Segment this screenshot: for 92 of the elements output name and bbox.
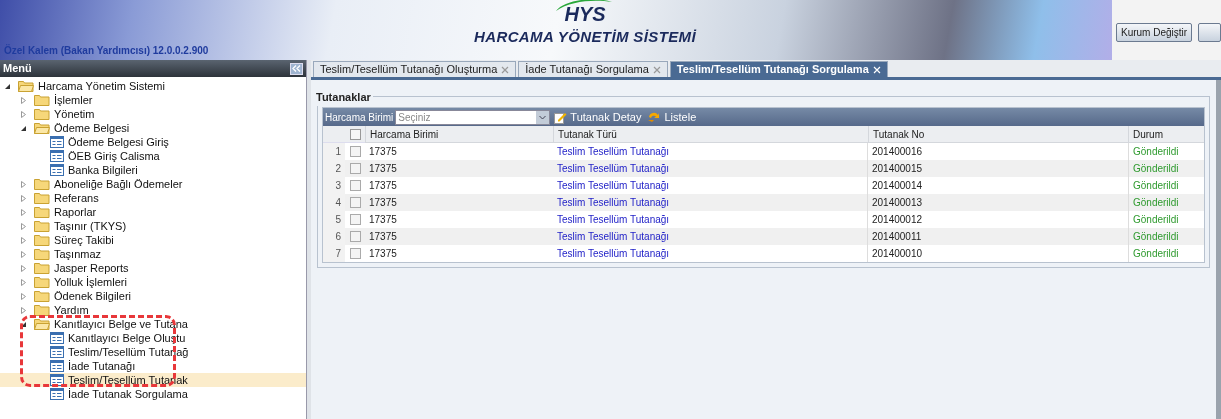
row-checkbox[interactable] <box>349 180 361 191</box>
tree-item[interactable]: Taşınır (TKYS) <box>0 219 306 233</box>
folder-icon <box>34 220 50 232</box>
tree-item[interactable]: Harcama Yönetim Sistemi <box>0 79 306 93</box>
change-institution-button[interactable]: Kurum Değiştir <box>1116 23 1193 42</box>
form-icon <box>50 332 64 344</box>
table-cell: 201400015 <box>868 160 1128 177</box>
tree-item[interactable]: Taşınmaz <box>0 247 306 261</box>
row-number: 1 <box>323 143 345 160</box>
form-icon <box>50 346 64 358</box>
folder-icon <box>34 234 50 246</box>
form-icon <box>50 136 64 148</box>
form-icon <box>50 388 64 400</box>
tree-item[interactable]: İade Tutanağı <box>0 359 306 373</box>
column-header[interactable]: Durum <box>1128 126 1204 143</box>
tree-item[interactable]: Ödenek Bilgileri <box>0 289 306 303</box>
folder-icon <box>34 276 50 288</box>
tab[interactable]: Teslim/Tesellüm Tutanağı Sorgulama <box>669 61 888 77</box>
close-icon[interactable] <box>501 65 510 74</box>
column-header[interactable]: Tutanak No <box>868 126 1128 143</box>
tree-item[interactable]: Ödeme Belgesi Giriş <box>0 135 306 149</box>
tree-item[interactable]: Yolluk İşlemleri <box>0 275 306 289</box>
tree-item[interactable]: Teslim/Tesellüm Tutanak <box>0 373 306 387</box>
tree-item[interactable]: Yönetim <box>0 107 306 121</box>
tree-item[interactable]: İade Tutanak Sorgulama <box>0 387 306 401</box>
table-cell[interactable]: Teslim Tesellüm Tutanağı <box>553 160 868 177</box>
tree-item[interactable]: Jasper Reports <box>0 261 306 275</box>
tab[interactable]: Teslim/Tesellüm Tutanağı Oluşturma <box>313 61 517 77</box>
tree-item[interactable]: Teslim/Tesellüm Tutanağ <box>0 345 306 359</box>
detail-button[interactable]: Tutanak Detay <box>552 108 644 126</box>
tree-item[interactable]: Yardım <box>0 303 306 317</box>
tree-item[interactable]: Referans <box>0 191 306 205</box>
row-checkbox[interactable] <box>349 248 361 259</box>
tree-item[interactable]: İşlemler <box>0 93 306 107</box>
row-checkbox[interactable] <box>349 163 361 174</box>
open-folder-icon <box>34 318 50 330</box>
select-all-checkbox[interactable] <box>349 128 361 140</box>
form-icon <box>50 360 64 372</box>
table-cell: Gönderildi <box>1128 228 1204 245</box>
tree-item[interactable]: ÖEB Giriş Calisma <box>0 149 306 163</box>
row-checkbox[interactable] <box>349 214 361 225</box>
menu-title: Menü <box>3 61 32 77</box>
table-cell: 17375 <box>365 228 553 245</box>
column-header[interactable]: Tutanak Türü <box>553 126 868 143</box>
folder-icon <box>34 108 50 120</box>
toolbar-button[interactable] <box>1198 23 1221 42</box>
table-cell: 17375 <box>365 194 553 211</box>
tab[interactable]: İade Tutanağı Sorgulama <box>518 61 668 77</box>
folder-icon <box>34 304 50 316</box>
tree-item[interactable]: Süreç Takibi <box>0 233 306 247</box>
close-icon[interactable] <box>652 65 661 74</box>
row-number: 6 <box>323 228 345 245</box>
folder-icon <box>34 192 50 204</box>
tree-item[interactable]: Banka Bilgileri <box>0 163 306 177</box>
tree-item[interactable]: Ödeme Belgesi <box>0 121 306 135</box>
table-cell: 17375 <box>365 160 553 177</box>
column-header[interactable]: Harcama Birimi <box>365 126 553 143</box>
table-cell: Gönderildi <box>1128 194 1204 211</box>
row-number: 2 <box>323 160 345 177</box>
folder-icon <box>34 94 50 106</box>
form-icon <box>50 374 64 386</box>
app-title: HARCAMA YÖNETİM SİSTEMİ <box>474 27 696 47</box>
row-number: 4 <box>323 194 345 211</box>
folder-icon <box>34 206 50 218</box>
table-cell: Gönderildi <box>1128 160 1204 177</box>
list-button[interactable]: Listele <box>645 108 699 126</box>
row-checkbox[interactable] <box>349 146 361 157</box>
collapse-icon[interactable] <box>290 62 303 75</box>
row-number: 7 <box>323 245 345 262</box>
folder-icon <box>34 248 50 260</box>
filter-label: Harcama Birimi <box>325 110 394 125</box>
folder-icon <box>34 262 50 274</box>
table-cell[interactable]: Teslim Tesellüm Tutanağı <box>553 194 868 211</box>
folder-icon <box>34 290 50 302</box>
tree-item[interactable]: Aboneliğe Bağlı Ödemeler <box>0 177 306 191</box>
table-cell: 201400011 <box>868 228 1128 245</box>
refresh-arrow-icon <box>647 110 662 124</box>
open-folder-icon <box>34 122 50 134</box>
folder-icon <box>34 178 50 190</box>
row-checkbox[interactable] <box>349 197 361 208</box>
table-cell: 201400013 <box>868 194 1128 211</box>
table-cell[interactable]: Teslim Tesellüm Tutanağı <box>553 228 868 245</box>
edit-icon <box>554 110 568 124</box>
logo-text: HYS <box>564 4 606 24</box>
row-number: 3 <box>323 177 345 194</box>
tree-item[interactable]: Raporlar <box>0 205 306 219</box>
form-icon <box>50 150 64 162</box>
open-folder-icon <box>18 80 34 92</box>
row-checkbox[interactable] <box>349 231 361 242</box>
unit-dropdown[interactable]: Seçiniz <box>395 109 551 125</box>
row-number: 5 <box>323 211 345 228</box>
form-icon <box>50 164 64 176</box>
